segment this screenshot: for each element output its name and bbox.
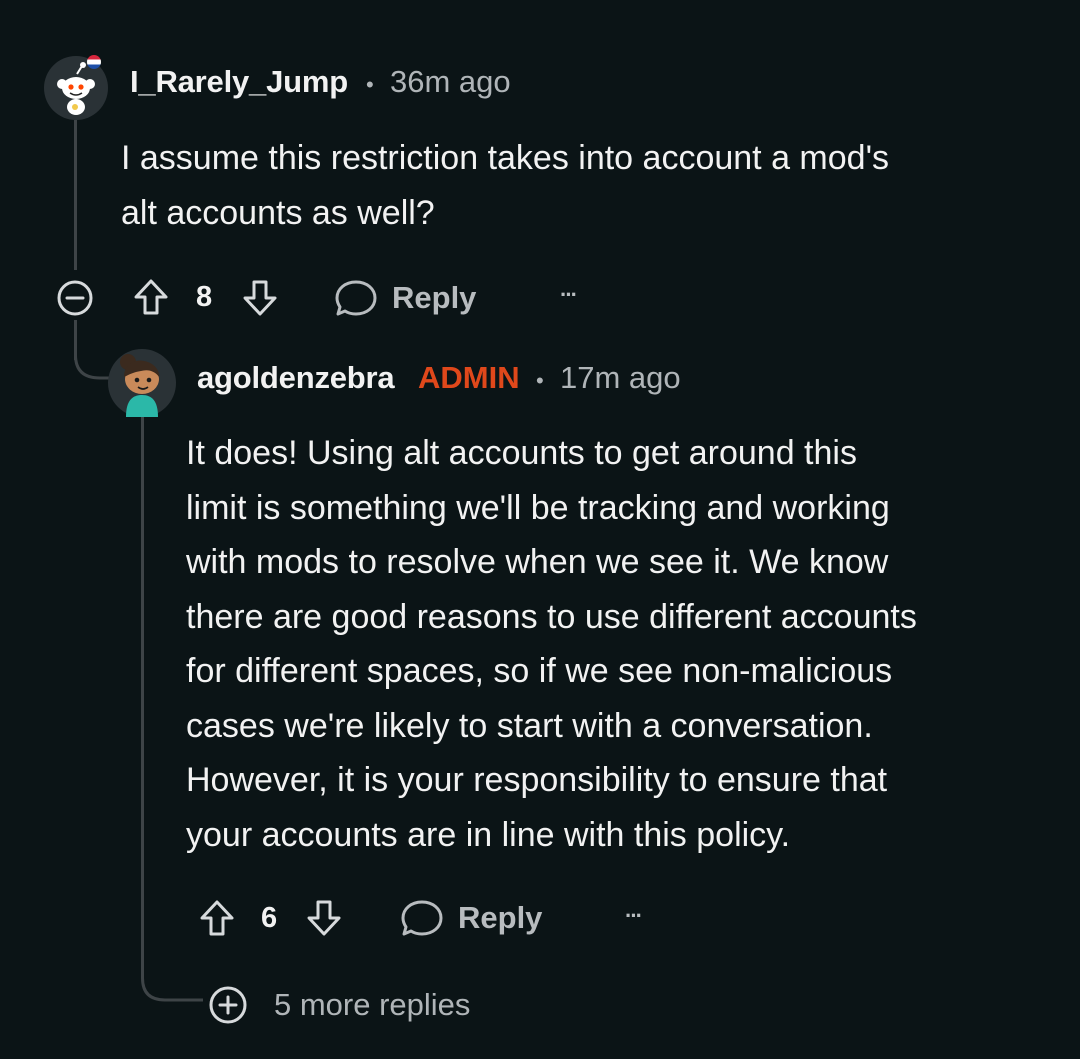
vote-score: 6 — [261, 902, 278, 934]
meta-separator: • — [536, 368, 544, 393]
more-replies-link[interactable]: 5 more replies — [274, 987, 470, 1023]
reply-button[interactable]: Reply — [400, 896, 560, 940]
avatar[interactable] — [108, 349, 176, 417]
comment-body-line: I assume this restriction takes into acc… — [121, 139, 890, 177]
arrow-down-icon — [307, 900, 341, 936]
comment-username[interactable]: agoldenzebra — [197, 360, 395, 396]
reply-label: Reply — [392, 280, 477, 315]
speech-bubble-icon — [335, 280, 377, 316]
thread-line-reply — [141, 410, 144, 970]
thread-line-parent — [74, 120, 77, 270]
comment-body-line: for different spaces, so if we see non-m… — [186, 652, 893, 690]
more-horizontal-icon: ··· — [560, 282, 578, 307]
comment-timestamp[interactable]: 17m ago — [560, 360, 681, 396]
downvote-button[interactable] — [303, 897, 345, 939]
comment-body-line: It does! Using alt accounts to get aroun… — [186, 434, 857, 472]
avatar[interactable] — [44, 55, 108, 120]
comment-body-line: alt accounts as well? — [121, 193, 435, 232]
upvote-button[interactable] — [130, 276, 172, 318]
more-horizontal-icon: ··· — [625, 903, 643, 928]
comment-body-line: with mods to resolve when we see it. We … — [186, 543, 889, 581]
comment-timestamp[interactable]: 36m ago — [390, 64, 511, 100]
thread-connector-more — [141, 960, 203, 1002]
comment-body: It does! Using alt accounts to get aroun… — [186, 426, 1046, 862]
comment-body-line: cases we're likely to start with a conve… — [186, 706, 873, 745]
upvote-button[interactable] — [196, 897, 238, 939]
admin-badge: ADMIN — [418, 360, 520, 395]
comment-body-line: limit is something we'll be tracking and… — [186, 488, 890, 527]
reply-label: Reply — [458, 900, 543, 935]
arrow-up-icon — [134, 279, 168, 315]
plus-circle-icon — [209, 986, 247, 1024]
comment-body-line: there are good reasons to use different … — [186, 597, 917, 636]
meta-separator: • — [366, 72, 374, 97]
user-avatar-icon — [108, 349, 176, 417]
comment-body-line: your accounts are in line with this poli… — [186, 815, 791, 854]
arrow-down-icon — [243, 280, 277, 316]
arrow-up-icon — [200, 900, 234, 936]
overflow-menu-button[interactable]: ··· — [613, 901, 653, 931]
comment-body-line: However, it is your responsibility to en… — [186, 761, 888, 799]
downvote-button[interactable] — [239, 277, 281, 319]
vote-score: 8 — [196, 281, 213, 313]
speech-bubble-icon — [401, 900, 443, 936]
comment-body: I assume this restriction takes into acc… — [121, 131, 1041, 240]
flag-badge-icon — [87, 55, 101, 69]
minus-circle-icon — [57, 280, 93, 316]
expand-replies-button[interactable] — [207, 984, 249, 1026]
overflow-menu-button[interactable]: ··· — [548, 280, 588, 310]
collapse-button[interactable] — [54, 277, 96, 319]
reply-button[interactable]: Reply — [334, 276, 494, 320]
comment-username[interactable]: I_Rarely_Jump — [130, 64, 348, 100]
